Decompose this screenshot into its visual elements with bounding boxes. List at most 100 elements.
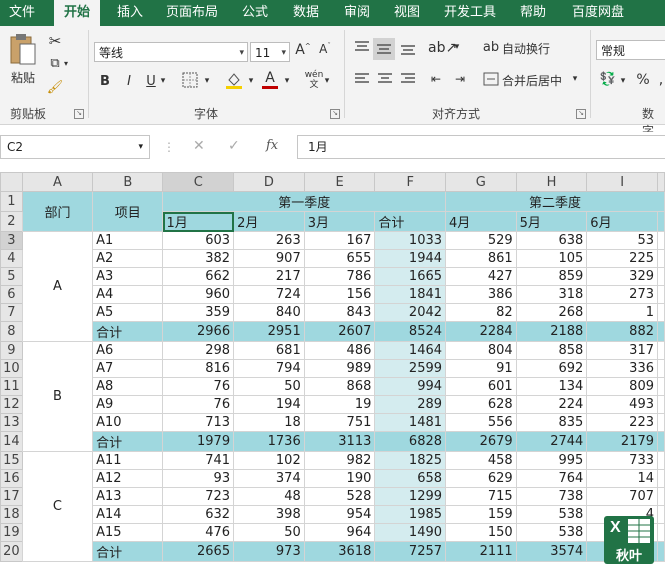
month-header-cell[interactable]: 合计 xyxy=(374,211,447,232)
empty-cell[interactable] xyxy=(657,451,665,470)
value-cell[interactable]: 1464 xyxy=(374,341,447,360)
item-cell[interactable]: A11 xyxy=(92,451,164,470)
value-cell[interactable]: 53 xyxy=(586,231,658,250)
empty-cell[interactable] xyxy=(657,523,665,542)
value-cell[interactable]: 156 xyxy=(303,285,376,304)
percent-style-button[interactable]: % xyxy=(634,72,652,88)
chevron-down-icon[interactable]: ▾ xyxy=(138,136,143,158)
value-cell[interactable]: 76 xyxy=(162,395,235,414)
row-header-20[interactable]: 20 xyxy=(0,541,23,562)
dept-cell[interactable]: B xyxy=(21,341,94,452)
value-cell[interactable]: 225 xyxy=(586,249,658,268)
item-cell[interactable]: A13 xyxy=(92,487,164,506)
chevron-down-icon[interactable]: ▾ xyxy=(202,76,212,86)
tab-formulas[interactable]: 公式 xyxy=(234,0,276,26)
value-cell[interactable]: 93 xyxy=(162,469,235,488)
sum-label-cell[interactable]: 合计 xyxy=(92,321,164,342)
column-header-a[interactable]: A xyxy=(21,172,94,192)
row-header-2[interactable]: 2 xyxy=(0,211,23,232)
value-cell[interactable]: 809 xyxy=(586,377,658,396)
empty-cell[interactable] xyxy=(657,395,665,414)
sum-value-cell[interactable]: 2966 xyxy=(162,321,235,342)
orientation-icon[interactable]: ab↗ xyxy=(428,40,457,56)
column-header-d[interactable]: D xyxy=(233,172,305,192)
value-cell[interactable]: 273 xyxy=(586,285,658,304)
borders-icon[interactable] xyxy=(180,72,200,92)
value-cell[interactable]: 733 xyxy=(586,451,658,470)
value-cell[interactable]: 632 xyxy=(162,505,235,524)
cut-icon[interactable]: ✂ xyxy=(46,32,64,50)
month-header-cell[interactable]: 4月 xyxy=(445,211,517,232)
sum-value-cell[interactable]: 2111 xyxy=(445,541,517,562)
merge-center-button[interactable]: 合并后居中 xyxy=(502,72,568,89)
value-cell[interactable]: 738 xyxy=(515,487,588,506)
sum-value-cell[interactable]: 2188 xyxy=(515,321,588,342)
value-cell[interactable]: 159 xyxy=(445,505,517,524)
value-cell[interactable]: 715 xyxy=(445,487,517,506)
value-cell[interactable]: 374 xyxy=(233,469,305,488)
value-cell[interactable]: 529 xyxy=(445,231,517,250)
wrap-text-button[interactable]: 自动换行 xyxy=(502,40,554,57)
sum-overflow-cell[interactable] xyxy=(657,321,665,342)
sum-overflow-cell[interactable] xyxy=(657,541,665,562)
value-cell[interactable]: 194 xyxy=(233,395,305,414)
value-cell[interactable]: 859 xyxy=(515,267,588,286)
tab-home[interactable]: 开始 xyxy=(54,0,100,27)
item-cell[interactable]: A3 xyxy=(92,267,164,286)
value-cell[interactable]: 134 xyxy=(515,377,588,396)
value-cell[interactable]: 655 xyxy=(303,249,376,268)
item-cell[interactable]: A14 xyxy=(92,505,164,524)
sum-value-cell[interactable]: 6828 xyxy=(374,431,447,452)
empty-cell[interactable] xyxy=(657,377,665,396)
value-cell[interactable]: 964 xyxy=(303,523,376,542)
row-header-10[interactable]: 10 xyxy=(0,359,23,378)
value-cell[interactable]: 91 xyxy=(445,359,517,378)
font-size-combo[interactable]: 11 ▾ xyxy=(250,42,290,62)
column-header-e[interactable]: E xyxy=(303,172,376,192)
sum-value-cell[interactable]: 7257 xyxy=(374,541,447,562)
tab-file[interactable]: 文件 xyxy=(0,0,44,26)
align-right-icon[interactable] xyxy=(398,72,418,92)
sum-value-cell[interactable]: 3113 xyxy=(303,431,376,452)
item-cell[interactable]: A8 xyxy=(92,377,164,396)
value-cell[interactable]: 336 xyxy=(586,359,658,378)
empty-cell[interactable] xyxy=(657,413,665,432)
item-cell[interactable]: A5 xyxy=(92,303,164,322)
align-top-icon[interactable] xyxy=(352,40,372,60)
font-launcher-icon[interactable]: ↘ xyxy=(330,109,340,119)
align-center-icon[interactable] xyxy=(375,72,395,92)
value-cell[interactable]: 458 xyxy=(445,451,517,470)
sum-value-cell[interactable]: 8524 xyxy=(374,321,447,342)
chevron-down-icon[interactable]: ▾ xyxy=(282,76,292,86)
sum-value-cell[interactable]: 3574 xyxy=(515,541,588,562)
value-cell[interactable]: 105 xyxy=(515,249,588,268)
value-cell[interactable]: 601 xyxy=(445,377,517,396)
value-cell[interactable]: 398 xyxy=(233,505,305,524)
formula-input[interactable]: 1月 xyxy=(297,135,665,159)
cancel-icon[interactable]: ✕ xyxy=(193,138,205,154)
sum-value-cell[interactable]: 2284 xyxy=(445,321,517,342)
row-header-5[interactable]: 5 xyxy=(0,267,23,286)
row-header-4[interactable]: 4 xyxy=(0,249,23,268)
select-all-corner[interactable] xyxy=(0,172,23,192)
value-cell[interactable]: 982 xyxy=(303,451,376,470)
name-box[interactable]: C2 ▾ xyxy=(0,135,150,159)
clipboard-launcher-icon[interactable]: ↘ xyxy=(74,109,84,119)
align-middle-icon[interactable] xyxy=(373,38,395,60)
value-cell[interactable]: 318 xyxy=(515,285,588,304)
value-cell[interactable]: 224 xyxy=(515,395,588,414)
value-cell[interactable]: 707 xyxy=(586,487,658,506)
value-cell[interactable]: 268 xyxy=(515,303,588,322)
decrease-indent-icon[interactable]: ⇤ xyxy=(426,72,446,86)
row-header-9[interactable]: 9 xyxy=(0,341,23,360)
row-header-1[interactable]: 1 xyxy=(0,191,23,212)
value-cell[interactable]: 723 xyxy=(162,487,235,506)
value-cell[interactable]: 386 xyxy=(445,285,517,304)
sum-value-cell[interactable]: 1736 xyxy=(233,431,305,452)
item-cell[interactable]: A4 xyxy=(92,285,164,304)
font-name-combo[interactable]: 等线 ▾ xyxy=(94,42,248,62)
value-cell[interactable]: 741 xyxy=(162,451,235,470)
tab-help[interactable]: 帮助 xyxy=(512,0,554,26)
copy-dropdown-icon[interactable]: ▾ xyxy=(60,59,72,71)
empty-cell[interactable] xyxy=(657,487,665,506)
